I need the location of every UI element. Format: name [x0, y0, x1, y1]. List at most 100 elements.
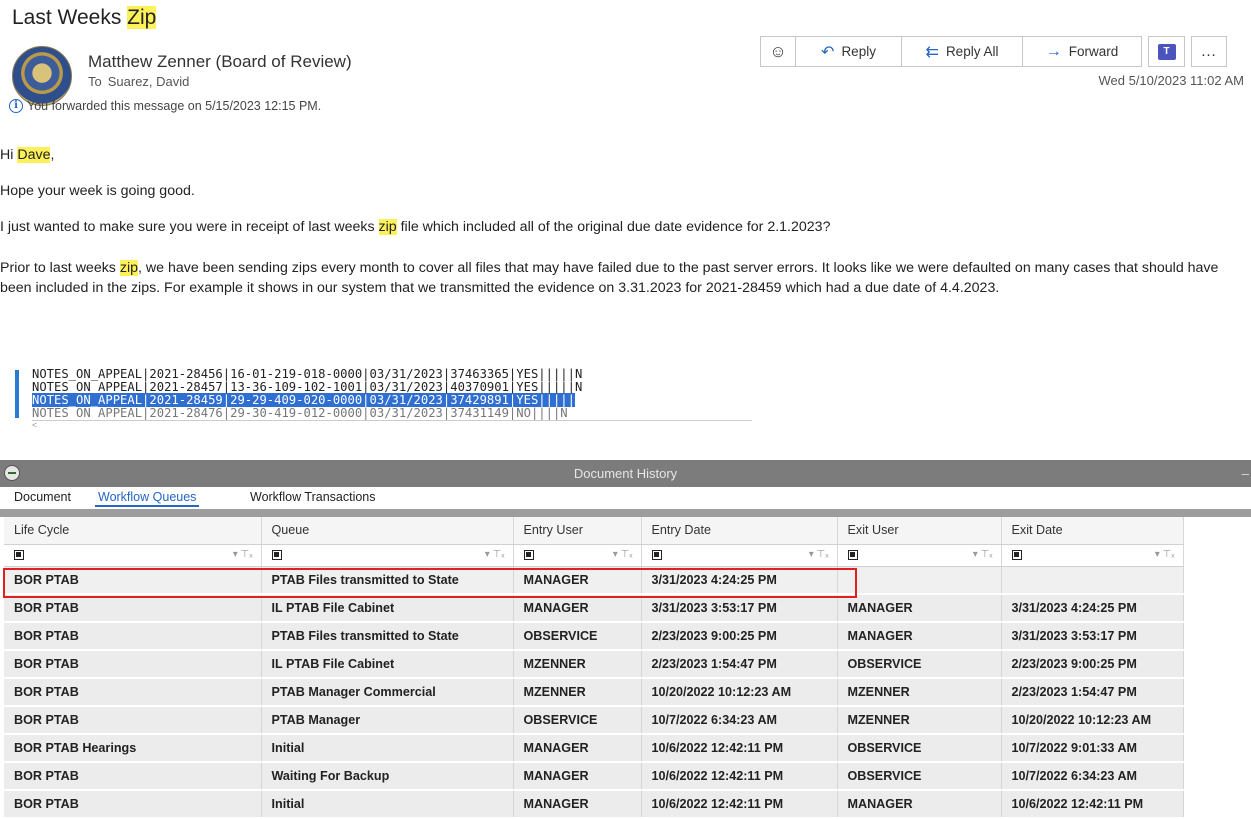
- table-cell: PTAB Manager Commercial: [261, 678, 514, 707]
- teams-share-button[interactable]: T: [1148, 36, 1185, 67]
- recipient-name[interactable]: Suarez, David: [108, 74, 190, 89]
- table-body: BOR PTAB PTAB Files transmitted to State M…: [4, 566, 1184, 819]
- table-cell: MANAGER: [513, 762, 642, 791]
- table-cell: IL PTAB File Cabinet: [261, 650, 514, 679]
- para3-highlight: zip: [119, 260, 138, 276]
- sender-avatar[interactable]: [12, 46, 72, 106]
- filter-clear-icon[interactable]: ▾ ⊤ₓ: [485, 549, 505, 560]
- table-cell: MANAGER: [513, 734, 642, 763]
- workflow-queues-table: Life Cycle Queue Entry User Entry Date E…: [4, 517, 1184, 819]
- table-cell: 10/7/2022 6:34:23 AM: [1001, 762, 1184, 791]
- reply-all-label: Reply All: [945, 44, 999, 59]
- greeting-suffix: ,: [50, 147, 55, 163]
- filter-operator-icon[interactable]: [1011, 550, 1022, 560]
- forwarded-text: You forwarded this message on 5/15/2023 …: [27, 99, 322, 113]
- sent-date: Wed 5/10/2023 11:02 AM: [1098, 73, 1244, 88]
- to-label: To: [88, 74, 102, 89]
- filter-clear-icon[interactable]: ▾ ⊤ₓ: [233, 549, 253, 560]
- table-cell: 3/31/2023 3:53:17 PM: [1001, 622, 1184, 651]
- line2-highlight: zip: [378, 219, 397, 235]
- body-line-2: I just wanted to make sure you were in r…: [0, 217, 830, 237]
- reply-all-button[interactable]: ⇇ Reply All: [901, 36, 1023, 67]
- table-row[interactable]: BOR PTAB PTAB Manager OBSERVICE 10/7/2022 6…: [4, 706, 1184, 735]
- filter-clear-icon[interactable]: ▾ ⊤ₓ: [973, 549, 993, 560]
- tab-workflow-transactions[interactable]: Workflow Transactions: [250, 490, 376, 504]
- para3-suffix: , we have been sending zips every month …: [0, 260, 1219, 296]
- table-cell: 10/20/2022 10:12:23 AM: [1001, 706, 1184, 735]
- table-row[interactable]: BOR PTAB Initial MANAGER 10/6/2022 12:42:11…: [4, 790, 1184, 819]
- more-actions-button[interactable]: …: [1191, 36, 1227, 67]
- sender-name[interactable]: Matthew Zenner (Board of Review): [88, 52, 352, 72]
- subject-text: Last Weeks: [12, 6, 128, 29]
- tab-document[interactable]: Document: [14, 490, 71, 504]
- filter-cell[interactable]: ▾ ⊤ₓ: [837, 544, 1002, 567]
- column-header[interactable]: Life Cycle: [4, 517, 262, 545]
- recipient-line: To Suarez, David: [88, 74, 195, 89]
- table-cell: BOR PTAB: [4, 622, 262, 651]
- table-header-row: Life Cycle Queue Entry User Entry Date E…: [4, 517, 1184, 545]
- filter-clear-icon[interactable]: ▾ ⊤ₓ: [613, 549, 633, 560]
- filter-cell[interactable]: ▾ ⊤ₓ: [1001, 544, 1184, 567]
- filter-clear-icon[interactable]: ▾ ⊤ₓ: [1155, 549, 1175, 560]
- filter-cell[interactable]: ▾ ⊤ₓ: [513, 544, 642, 567]
- teams-icon: T: [1157, 43, 1176, 60]
- email-subject: Last Weeks Zip: [12, 6, 157, 30]
- greeting-name: Dave: [17, 147, 51, 163]
- filter-operator-icon[interactable]: [271, 550, 282, 560]
- filter-cell[interactable]: ▾ ⊤ₓ: [641, 544, 838, 567]
- annotation-highlight-box: [3, 568, 857, 598]
- horizontal-scrollbar[interactable]: <: [32, 420, 752, 430]
- column-header[interactable]: Entry User: [513, 517, 642, 545]
- table-cell: OBSERVICE: [837, 734, 1002, 763]
- column-header[interactable]: Entry Date: [641, 517, 838, 545]
- table-cell: MZENNER: [837, 706, 1002, 735]
- table-cell: Initial: [261, 790, 514, 819]
- table-row[interactable]: BOR PTAB PTAB Files transmitted to State O…: [4, 622, 1184, 651]
- tab-workflow-queues[interactable]: Workflow Queues: [95, 490, 200, 507]
- table-cell: OBSERVICE: [513, 706, 642, 735]
- table-cell: [1001, 566, 1184, 595]
- table-cell: 10/6/2022 12:42:11 PM: [1001, 790, 1184, 819]
- snippet-line-selected: NOTES_ON_APPEAL|2021-28459|29-29-409-020…: [32, 393, 575, 407]
- filter-operator-icon[interactable]: [651, 550, 662, 560]
- table-row[interactable]: BOR PTAB PTAB Manager Commercial MZENNER 10…: [4, 678, 1184, 707]
- table-row[interactable]: BOR PTAB IL PTAB File Cabinet MANAGER 3/31/…: [4, 594, 1184, 623]
- filter-cell[interactable]: ▾ ⊤ₓ: [4, 544, 262, 567]
- reply-icon: ↶: [821, 43, 835, 61]
- forward-button[interactable]: → Forward: [1022, 36, 1142, 67]
- greeting: Hi Dave,: [0, 145, 54, 165]
- filter-clear-icon[interactable]: ▾ ⊤ₓ: [809, 549, 829, 560]
- column-header[interactable]: Queue: [261, 517, 514, 545]
- filter-operator-icon[interactable]: [847, 550, 858, 560]
- table-cell: BOR PTAB: [4, 706, 262, 735]
- filter-operator-icon[interactable]: [523, 550, 534, 560]
- more-icon: …: [1200, 42, 1218, 60]
- column-header[interactable]: Exit User: [837, 517, 1002, 545]
- table-row[interactable]: BOR PTAB IL PTAB File Cabinet MZENNER 2/23/…: [4, 650, 1184, 679]
- table-row[interactable]: BOR PTAB Waiting For Backup MANAGER 10/6/20…: [4, 762, 1184, 791]
- table-cell: BOR PTAB: [4, 594, 262, 623]
- table-cell: PTAB Manager: [261, 706, 514, 735]
- forward-label: Forward: [1068, 44, 1119, 59]
- reaction-button[interactable]: ☺: [760, 36, 796, 67]
- reply-button[interactable]: ↶ Reply: [795, 36, 902, 67]
- panel-close-icon[interactable]: –: [1242, 460, 1249, 487]
- line2-suffix: file which included all of the original …: [396, 219, 831, 235]
- info-icon: i: [9, 99, 23, 113]
- app-logo-icon: [4, 465, 20, 481]
- table-cell: 10/6/2022 12:42:11 PM: [641, 734, 838, 763]
- filter-cell[interactable]: ▾ ⊤ₓ: [261, 544, 514, 567]
- smiley-icon: ☺: [769, 41, 787, 61]
- table-cell: MANAGER: [837, 622, 1002, 651]
- forwarded-notice: i You forwarded this message on 5/15/2023…: [9, 99, 321, 113]
- column-header[interactable]: Exit Date: [1001, 517, 1184, 545]
- selection-bar: [15, 370, 19, 418]
- forward-icon: →: [1045, 42, 1062, 60]
- table-row[interactable]: BOR PTAB Hearings Initial MANAGER 10/6/2022…: [4, 734, 1184, 763]
- line2-prefix: I just wanted to make sure you were in r…: [0, 219, 379, 235]
- table-cell: BOR PTAB: [4, 678, 262, 707]
- snippet-lines: NOTES_ON_APPEAL|2021-28456|16-01-219-018…: [32, 368, 582, 420]
- panel-title: Document History: [573, 466, 678, 481]
- filter-operator-icon[interactable]: [14, 550, 24, 560]
- table-cell: MZENNER: [513, 678, 642, 707]
